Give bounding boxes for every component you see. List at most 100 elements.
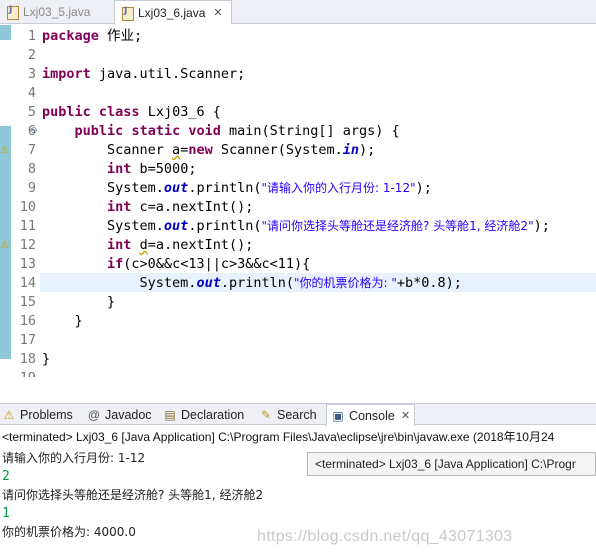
fold-collapse-icon[interactable]: ⊖ — [30, 125, 38, 136]
tab-label: Declaration — [181, 407, 245, 422]
keyword-token: new — [188, 142, 213, 158]
quick-diff-bar — [0, 25, 11, 40]
code-editor[interactable]: ⚠ ⚠ 12345678910111213141516171819⊖ packa… — [0, 25, 596, 377]
code-token: Lxj03_6 { — [139, 104, 221, 120]
line-number: 4 — [27, 85, 36, 101]
console-output-line: 请问你选择头等舱还是经济舱? 头等舱1, 经济舱2 — [2, 488, 264, 502]
line-number: 3 — [27, 66, 36, 82]
console-input-line: 2 — [2, 468, 10, 484]
code-line[interactable]: Scanner a=new Scanner(System.in); — [42, 141, 375, 160]
tab-label: Console — [349, 408, 395, 423]
code-token: System. — [42, 180, 164, 196]
line-number: 16 — [19, 313, 36, 329]
line-number: 14 — [19, 275, 36, 291]
console-icon: ▣ — [332, 408, 344, 423]
string-token: "请问你选择头等舱还是经济舱? 头等舱1, 经济舱2" — [261, 219, 534, 233]
code-line[interactable]: public static void main(String[] args) { — [42, 122, 400, 141]
line-number: 15 — [19, 294, 36, 310]
keyword-token: static — [131, 123, 181, 139]
code-token: } — [42, 313, 83, 329]
console-output-line: 你的机票价格为: 4000.0 — [2, 525, 136, 539]
code-line[interactable]: import java.util.Scanner; — [42, 65, 245, 84]
field-token: out — [163, 218, 189, 234]
keyword-token: public — [74, 123, 124, 139]
console-status: <terminated> Lxj03_6 [Java Application] … — [2, 430, 555, 444]
code-token: System. — [42, 218, 164, 234]
java-file-icon — [121, 6, 134, 21]
warning-icon[interactable]: ⚠ — [0, 240, 11, 252]
editor-tab-lxj03-5[interactable]: Lxj03_5.java — [0, 0, 108, 24]
code-token: .println( — [220, 275, 294, 291]
code-line[interactable]: } — [42, 312, 83, 331]
close-icon[interactable]: ✕ — [213, 6, 222, 19]
string-token: "你的机票价格为: " — [293, 276, 397, 290]
line-number: 13 — [19, 256, 36, 272]
keyword-token: if — [107, 256, 124, 272]
tab-console[interactable]: ▣ Console ✕ — [326, 404, 416, 426]
code-token: 作业; — [98, 28, 143, 44]
problems-icon: ⚠ — [3, 407, 15, 422]
line-number-gutter: 12345678910111213141516171819⊖ — [12, 25, 40, 377]
line-number: 9 — [27, 180, 36, 196]
field-token: in — [342, 142, 360, 158]
code-line[interactable]: System.out.println("请问你选择头等舱还是经济舱? 头等舱1,… — [42, 217, 550, 236]
line-number: 17 — [19, 332, 36, 348]
code-token: ); — [415, 180, 432, 196]
code-token: java.util.Scanner; — [90, 66, 246, 82]
code-token: Scanner — [42, 142, 173, 158]
code-line[interactable]: System.out.println("你的机票价格为: "+b*0.8); — [42, 274, 462, 293]
code-token: .println( — [188, 218, 262, 234]
code-token: ); — [533, 218, 550, 234]
search-icon: ✎ — [260, 407, 272, 422]
code-token: Scanner(System. — [212, 142, 343, 158]
code-line[interactable]: System.out.println("请输入你的入行月份: 1-12"); — [42, 179, 432, 198]
tab-declaration[interactable]: ▤ Declaration — [163, 404, 244, 425]
code-line[interactable]: package 作业; — [42, 27, 142, 46]
code-line[interactable]: if(c>0&&c<13||c>3&&c<11){ — [42, 255, 310, 274]
code-line[interactable]: int b=5000; — [42, 160, 196, 179]
code-token: b=5000; — [131, 161, 197, 177]
overview-ruler: ⚠ ⚠ — [0, 25, 12, 377]
watermark: https://blog.csdn.net/qq_43071303 — [257, 528, 513, 545]
editor-tab-lxj03-6[interactable]: Lxj03_6.java ✕ — [114, 0, 232, 25]
keyword-token: int — [107, 199, 132, 215]
tab-search[interactable]: ✎ Search — [259, 404, 317, 425]
javadoc-icon: @ — [87, 407, 101, 422]
declaration-icon: ▤ — [164, 407, 176, 422]
keyword-token: void — [188, 123, 221, 139]
code-line[interactable]: int d=a.nextInt(); — [42, 236, 253, 255]
tab-label: Search — [277, 407, 317, 422]
code-token: System. — [42, 275, 197, 291]
code-line[interactable]: int c=a.nextInt(); — [42, 198, 253, 217]
line-number: 11 — [19, 218, 36, 234]
close-icon[interactable]: ✕ — [401, 409, 410, 422]
code-token: a — [172, 142, 181, 158]
code-token: } — [42, 351, 51, 367]
code-token: ); — [359, 142, 376, 158]
code-token: +b*0.8); — [396, 275, 462, 291]
code-line[interactable]: } — [42, 350, 50, 369]
line-number: 10 — [19, 199, 36, 215]
code-token: } — [42, 294, 116, 310]
view-tab-bar: ⚠ Problems @ Javadoc ▤ Declaration ✎ Sea… — [0, 403, 596, 426]
line-number: 8 — [27, 161, 36, 177]
keyword-token: public — [42, 104, 91, 120]
editor-tab-label: Lxj03_5.java — [23, 5, 91, 19]
code-line[interactable]: } — [42, 293, 115, 312]
line-number: 19 — [12, 369, 36, 377]
tab-problems[interactable]: ⚠ Problems — [2, 404, 73, 425]
code-line[interactable]: public class Lxj03_6 { — [42, 103, 221, 122]
keyword-token: package — [42, 28, 99, 44]
warning-icon[interactable]: ⚠ — [0, 145, 11, 157]
keyword-token: int — [107, 161, 132, 177]
tab-label: Javadoc — [105, 407, 152, 422]
tab-javadoc[interactable]: @ Javadoc — [87, 404, 152, 425]
code-token: .println( — [188, 180, 262, 196]
string-token: "请输入你的入行月份: 1-12" — [261, 181, 416, 195]
tooltip: <terminated> Lxj03_6 [Java Application] … — [307, 452, 596, 476]
